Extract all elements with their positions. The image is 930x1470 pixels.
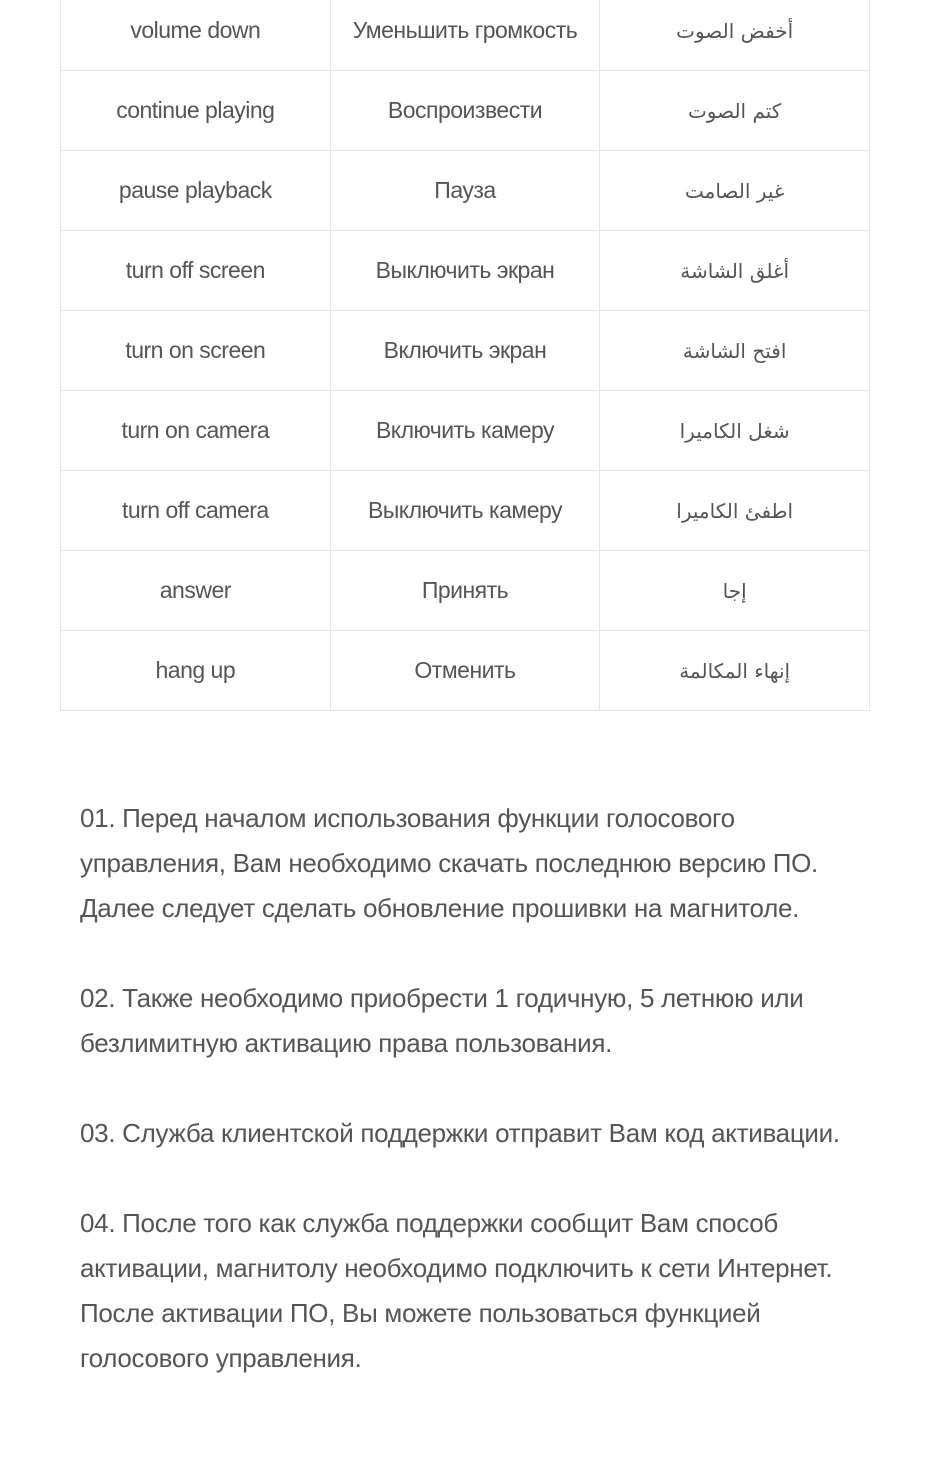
table-row: turn off camera Выключить камеру اطفئ الكا… bbox=[60, 470, 870, 551]
arabic-command: كتم الصوت bbox=[599, 70, 870, 151]
table-row: turn on screen Включить экран افتح الشاشة bbox=[60, 310, 870, 391]
russian-command: Уменьшить громкость bbox=[329, 0, 601, 71]
instructions: 01. Перед началом использования функции … bbox=[80, 796, 860, 1426]
russian-command: Пауза bbox=[329, 150, 601, 231]
english-command: continue playing bbox=[60, 70, 331, 151]
english-command: answer bbox=[60, 550, 331, 631]
table-row: answer Принять إجا bbox=[60, 550, 870, 631]
note-1: 01. Перед началом использования функции … bbox=[80, 803, 818, 923]
russian-command: Выключить камеру bbox=[329, 470, 601, 551]
table-row: turn off screen Выключить экран أغلق الشاش… bbox=[60, 230, 870, 311]
note-2: 02. Также необходимо приобрести 1 годичн… bbox=[80, 983, 804, 1058]
note-3: 03. Служба клиентской поддержки отправит… bbox=[80, 1118, 840, 1148]
english-command: volume down bbox=[60, 0, 331, 71]
english-command: hang up bbox=[60, 630, 331, 711]
russian-command: Включить экран bbox=[329, 310, 601, 391]
arabic-command: إنهاء المكالمة bbox=[599, 630, 870, 711]
arabic-command: أخفض الصوت bbox=[599, 0, 870, 71]
russian-command: Включить камеру bbox=[329, 390, 601, 471]
arabic-command: إجا bbox=[599, 550, 870, 631]
english-command: turn on camera bbox=[60, 390, 331, 471]
note-4: 04. После того как служба поддержки сооб… bbox=[80, 1208, 833, 1373]
english-command: turn off camera bbox=[60, 470, 331, 551]
arabic-command: أغلق الشاشة bbox=[599, 230, 870, 311]
english-command: turn off screen bbox=[60, 230, 331, 311]
arabic-command: شغل الكاميرا bbox=[599, 390, 870, 471]
voice-commands-table: volume down Уменьшить громкость أخفض الصوت… bbox=[60, 0, 870, 711]
arabic-command: غير الصامت bbox=[599, 150, 870, 231]
arabic-command: افتح الشاشة bbox=[599, 310, 870, 391]
russian-command: Выключить экран bbox=[329, 230, 601, 311]
arabic-command: اطفئ الكاميرا bbox=[599, 470, 870, 551]
table-row: hang up Отменить إنهاء المكالمة bbox=[60, 630, 870, 711]
russian-command: Принять bbox=[329, 550, 601, 631]
english-command: pause playback bbox=[60, 150, 331, 231]
table-row: continue playing Воспроизвести كتم الصوت bbox=[60, 70, 870, 151]
russian-command: Отменить bbox=[329, 630, 601, 711]
table-row: volume down Уменьшить громкость أخفض الصوت bbox=[60, 0, 870, 71]
english-command: turn on screen bbox=[60, 310, 331, 391]
russian-command: Воспроизвести bbox=[329, 70, 601, 151]
table-row: pause playback Пауза غير الصامت bbox=[60, 150, 870, 231]
table-row: turn on camera Включить камеру شغل الكامير… bbox=[60, 390, 870, 471]
